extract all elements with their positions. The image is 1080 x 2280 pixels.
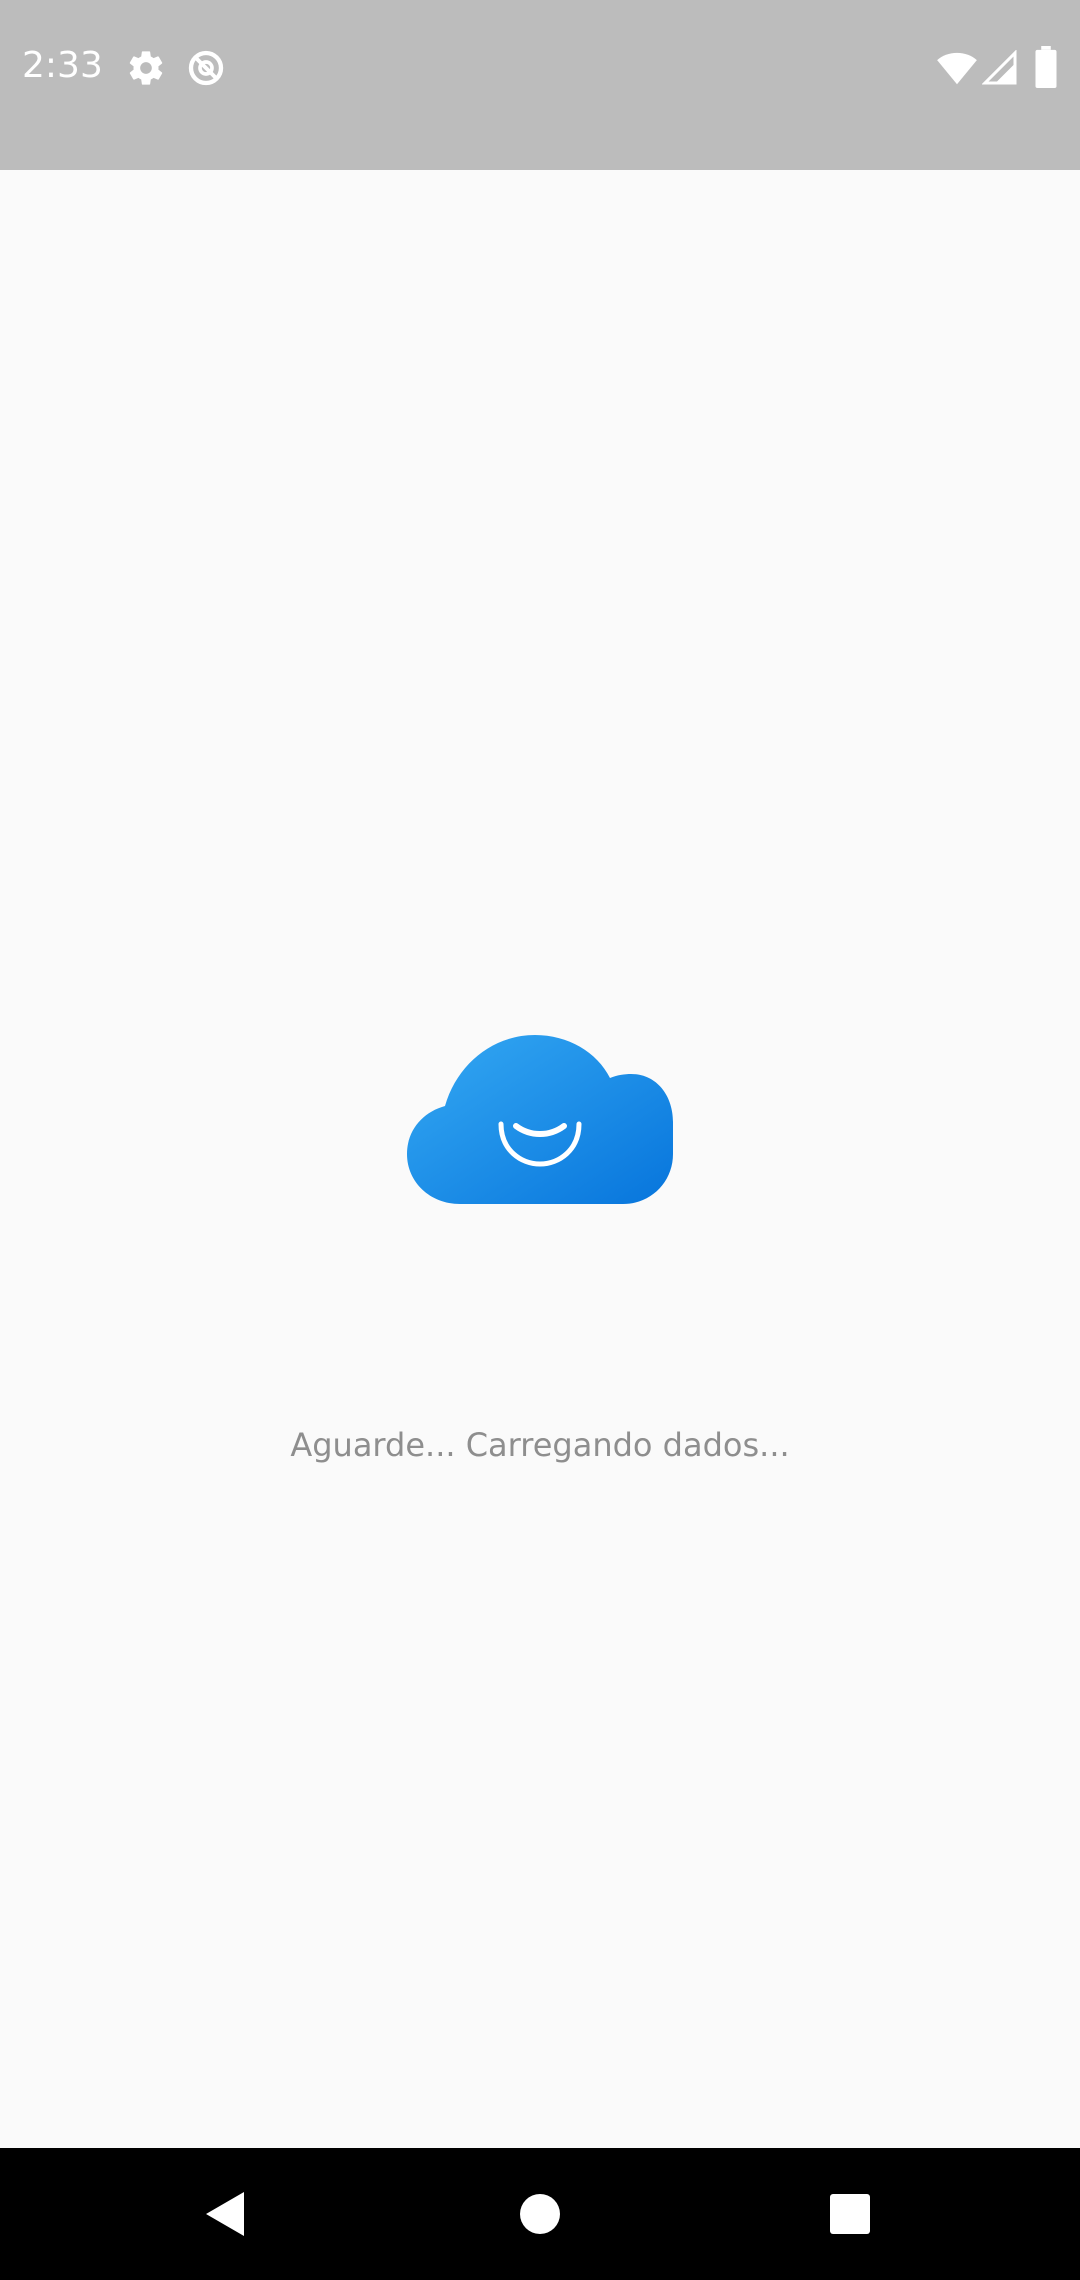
home-icon[interactable] <box>480 2148 600 2280</box>
back-icon[interactable] <box>166 2148 286 2280</box>
recents-icon[interactable] <box>790 2148 910 2280</box>
battery-icon <box>1035 46 1057 88</box>
wifi-icon <box>937 52 977 85</box>
status-time: 2:33 <box>22 45 103 86</box>
cloud-logo-graphic <box>407 1035 673 1204</box>
do-not-disturb-icon <box>188 50 224 86</box>
loading-message: Aguarde... Carregando dados... <box>290 1426 790 1464</box>
status-bar: 2:33 <box>0 0 1080 170</box>
navigation-bar <box>0 2148 1080 2280</box>
cloud-loading-icon <box>405 1030 675 1210</box>
settings-gear-icon <box>129 51 163 85</box>
cellular-signal-icon <box>982 50 1017 85</box>
